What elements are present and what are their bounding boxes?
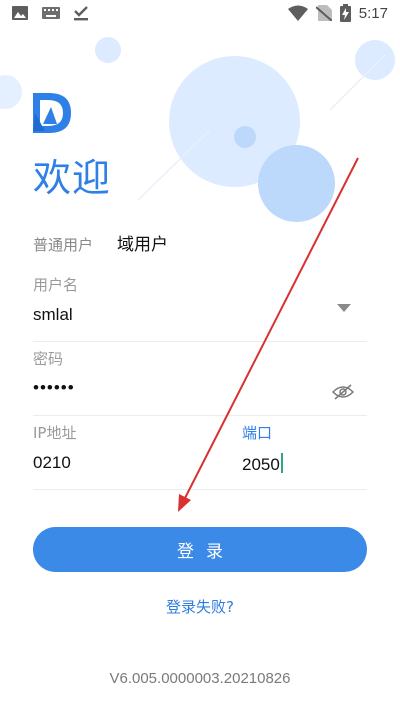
app-logo-icon <box>33 93 71 133</box>
tab-domain-user[interactable]: 域用户 <box>117 230 168 255</box>
username-input[interactable]: smlal <box>33 305 73 325</box>
text-cursor <box>280 453 283 473</box>
tab-normal-user[interactable]: 普通用户 <box>33 234 93 255</box>
login-failed-link[interactable]: 登录失败? <box>0 596 400 617</box>
username-label: 用户名 <box>33 276 79 294</box>
version-text: V6.005.0000003.20210826 <box>109 670 291 687</box>
welcome-title: 欢迎 <box>33 156 112 200</box>
login-button[interactable]: 登录 <box>33 527 367 572</box>
ip-label: IP地址 <box>33 424 77 442</box>
password-label: 密码 <box>33 350 64 368</box>
password-input[interactable]: •••••• <box>33 378 75 398</box>
port-value: 2050 <box>242 455 280 474</box>
eye-toggle-icon[interactable] <box>332 384 354 400</box>
username-divider <box>33 341 367 342</box>
dropdown-arrow-icon[interactable] <box>337 304 351 312</box>
ip-divider <box>33 489 367 490</box>
port-label: 端口 <box>242 424 273 442</box>
port-input[interactable]: 2050 <box>242 453 283 475</box>
password-divider <box>33 415 367 416</box>
login-type-tabs: 普通用户 域用户 <box>33 230 168 255</box>
ip-input[interactable]: 0210 <box>33 453 71 473</box>
